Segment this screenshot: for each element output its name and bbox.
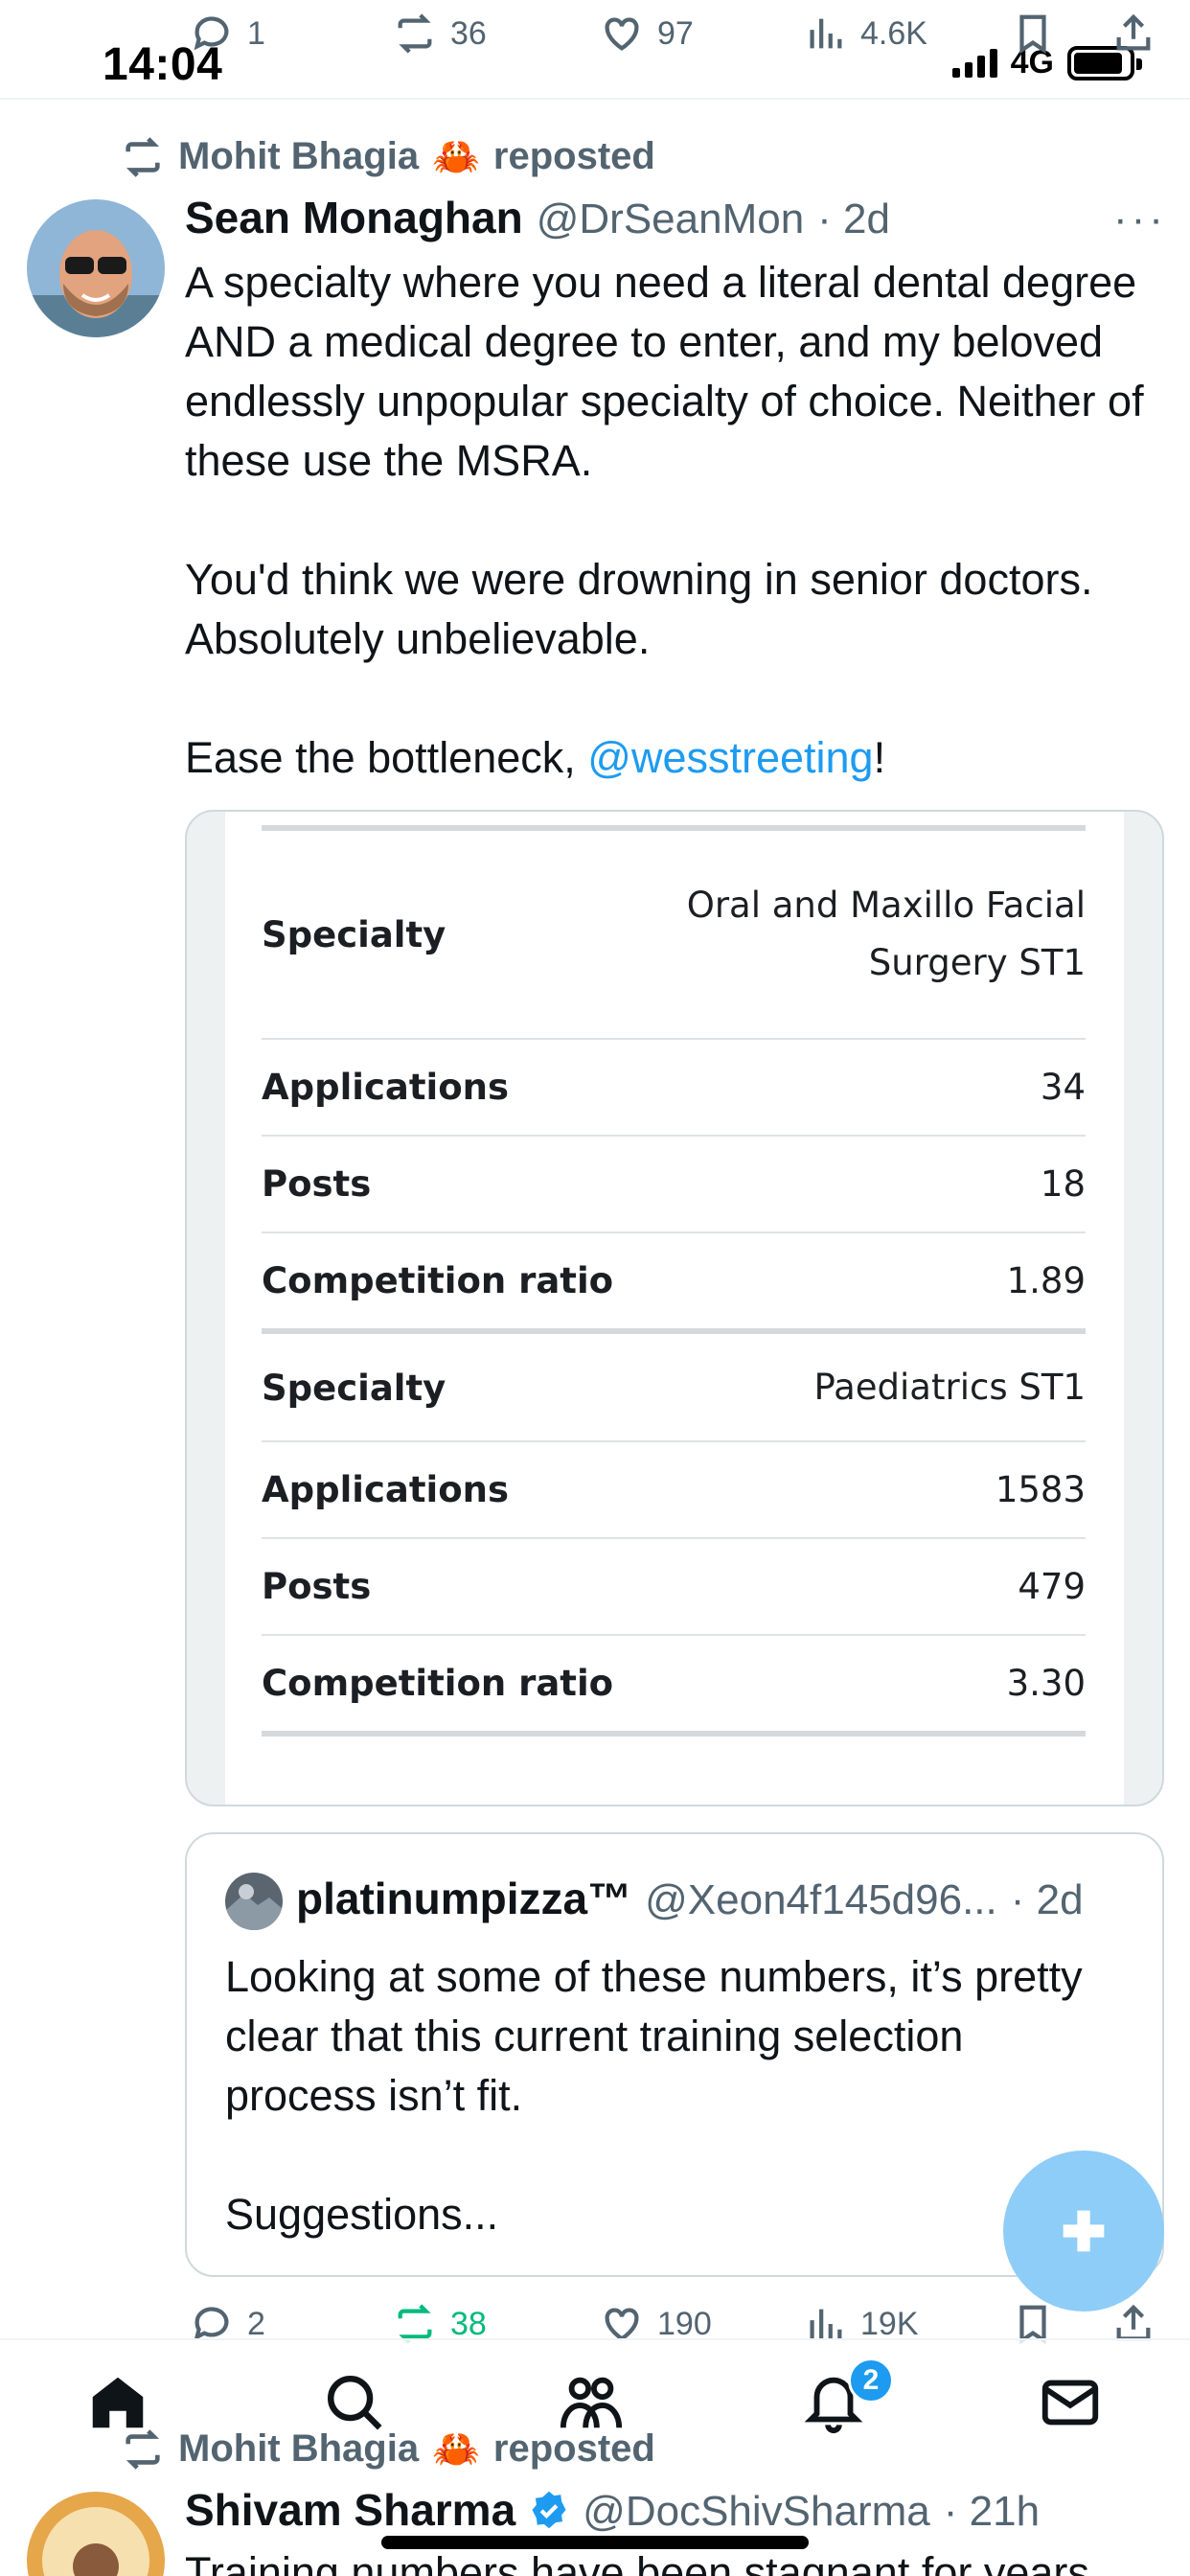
table-value: Oral and Maxillo Facial Surgery ST1 [687, 877, 1086, 992]
table-key: Competition ratio [262, 1260, 614, 1301]
next-repost-attribution[interactable]: Mohit Bhagia 🦀 reposted [121, 2426, 655, 2472]
tweet-header: Sean Monaghan @DrSeanMon · 2d [185, 192, 890, 243]
prev-like-button[interactable]: 97 [600, 12, 694, 56]
table-row: Specialty Paediatrics ST1 [262, 1335, 1086, 1442]
table-row: Posts 18 [262, 1137, 1086, 1233]
author-name[interactable]: Sean Monaghan [185, 192, 523, 243]
reposter-emoji: 🦀 [432, 136, 480, 178]
nav-messages[interactable] [1037, 2369, 1113, 2446]
next-reposter-emoji: 🦀 [432, 2428, 480, 2471]
table-value: 3.30 [1006, 1662, 1086, 1704]
table-key: Competition ratio [262, 1663, 614, 1704]
cellular-signal-icon [951, 48, 997, 78]
table-value: 18 [1040, 1162, 1086, 1205]
table-value-line: Oral and Maxillo Facial [686, 885, 1086, 926]
tweet-image[interactable]: Specialty Oral and Maxillo Facial Surgery… [185, 810, 1164, 1806]
repost-icon [126, 136, 160, 177]
reposted-label: reposted [492, 135, 655, 177]
mention-link[interactable]: @wesstreeting [587, 733, 873, 782]
prev-reply-button[interactable]: 1 [190, 12, 265, 56]
next-tweet-header: Shivam Sharma @DocShivSharma · 21h [185, 2484, 1040, 2536]
next-author-name[interactable]: Shivam Sharma [185, 2484, 515, 2536]
plus-icon [1063, 2210, 1105, 2252]
share-icon [1116, 13, 1151, 51]
reply-icon [194, 16, 229, 51]
table-key: Applications [262, 1067, 510, 1108]
author-handle[interactable]: @DrSeanMon [537, 196, 804, 243]
table-row: Competition ratio 1.89 [262, 1233, 1086, 1328]
next-reposted-label: reposted [492, 2427, 655, 2470]
next-reposter-name: Mohit Bhagia [178, 2427, 420, 2470]
reposter-name: Mohit Bhagia [178, 135, 420, 177]
notification-badge: 2 [848, 2358, 894, 2404]
tweet-text-fragment: Ease the bottleneck, [185, 733, 588, 782]
more-options-icon[interactable]: ··· [1113, 196, 1167, 243]
quote-author-name: platinumpizza™ [296, 1874, 632, 1923]
repost-attribution[interactable]: Mohit Bhagia 🦀 reposted [121, 134, 655, 179]
table-rule [262, 1328, 1086, 1334]
image-content: Specialty Oral and Maxillo Facial Surgery… [225, 812, 1124, 1805]
prev-views-button[interactable]: 4.6K [803, 12, 927, 56]
prev-repost-count: 36 [450, 14, 487, 52]
quote-header: platinumpizza™ @Xeon4f145d96... · 2d [296, 1873, 1084, 1924]
table-row: Applications 1583 [262, 1442, 1086, 1539]
tweet-divider [0, 98, 1190, 100]
verified-badge-icon [532, 2491, 566, 2529]
prev-views-count: 4.6K [860, 14, 927, 52]
tweet-paragraph: A specialty where you need a literal den… [185, 258, 1144, 485]
table-value: 1583 [995, 1468, 1086, 1510]
table-row: Specialty Oral and Maxillo Facial Surgery… [262, 831, 1086, 1040]
next-tweet-time: · 21h [943, 2488, 1041, 2535]
heart-icon [605, 17, 639, 51]
table-key: Applications [262, 1469, 510, 1510]
like-count: 190 [657, 2305, 712, 2342]
compose-button[interactable] [1003, 2150, 1164, 2312]
tweet-text-fragment: ! [873, 733, 886, 782]
table-key: Posts [262, 1163, 372, 1205]
quote-text: Looking at some of these numbers, it’s p… [225, 1947, 1087, 2244]
tweet-time: · 2d [817, 196, 890, 242]
table-key: Posts [262, 1566, 372, 1607]
prev-like-count: 97 [657, 14, 694, 52]
table-value: 34 [1040, 1066, 1086, 1108]
data-table-block-1: Specialty Oral and Maxillo Facial Surgery… [262, 825, 1086, 1334]
table-value: 479 [1018, 1565, 1086, 1607]
quote-paragraph: Looking at some of these numbers, it’s p… [225, 1952, 1083, 2120]
prev-share-button[interactable] [1111, 12, 1156, 56]
repost-icon [398, 13, 432, 54]
table-rule [262, 1731, 1086, 1736]
table-row: Posts 479 [262, 1539, 1086, 1636]
table-row: Applications 34 [262, 1040, 1086, 1137]
quote-author-handle: @Xeon4f145d96... [645, 1876, 997, 1923]
data-table-block-2: Specialty Paediatrics ST1 Applications 1… [262, 1335, 1086, 1736]
views-icon [810, 18, 842, 49]
next-tweet-text: Training numbers have been stagnant for … [185, 2548, 1089, 2576]
repost-count: 38 [450, 2305, 487, 2342]
bookmark-icon [1019, 14, 1046, 55]
repost-icon [126, 2428, 160, 2470]
mail-icon [1041, 2380, 1099, 2426]
table-key: Specialty [262, 913, 446, 955]
tweet-text: A specialty where you need a literal den… [185, 253, 1153, 788]
tweet-paragraph: Ease the bottleneck, @wesstreeting! [185, 728, 1153, 788]
prev-bookmark-button[interactable] [1011, 12, 1055, 56]
table-value-line: Surgery ST1 [868, 942, 1086, 983]
quote-author-avatar [225, 1873, 283, 1930]
table-value: Paediatrics ST1 [813, 1367, 1086, 1408]
table-row: Competition ratio 3.30 [262, 1636, 1086, 1731]
quote-paragraph: Suggestions... [225, 2190, 499, 2239]
quote-time: · 2d [1010, 1876, 1084, 1923]
table-value: 1.89 [1006, 1259, 1086, 1301]
next-author-handle[interactable]: @DocShivSharma [583, 2488, 930, 2536]
reply-count: 2 [247, 2305, 265, 2342]
tweet-paragraph: You'd think we were drowning in senior d… [185, 555, 1093, 663]
views-count: 19K [860, 2305, 919, 2342]
prev-reply-count: 1 [247, 14, 265, 52]
author-avatar[interactable] [27, 199, 165, 337]
table-key: Specialty [262, 1367, 446, 1409]
nav-notifications[interactable]: 2 [800, 2358, 894, 2446]
prev-repost-button[interactable]: 36 [393, 12, 487, 56]
